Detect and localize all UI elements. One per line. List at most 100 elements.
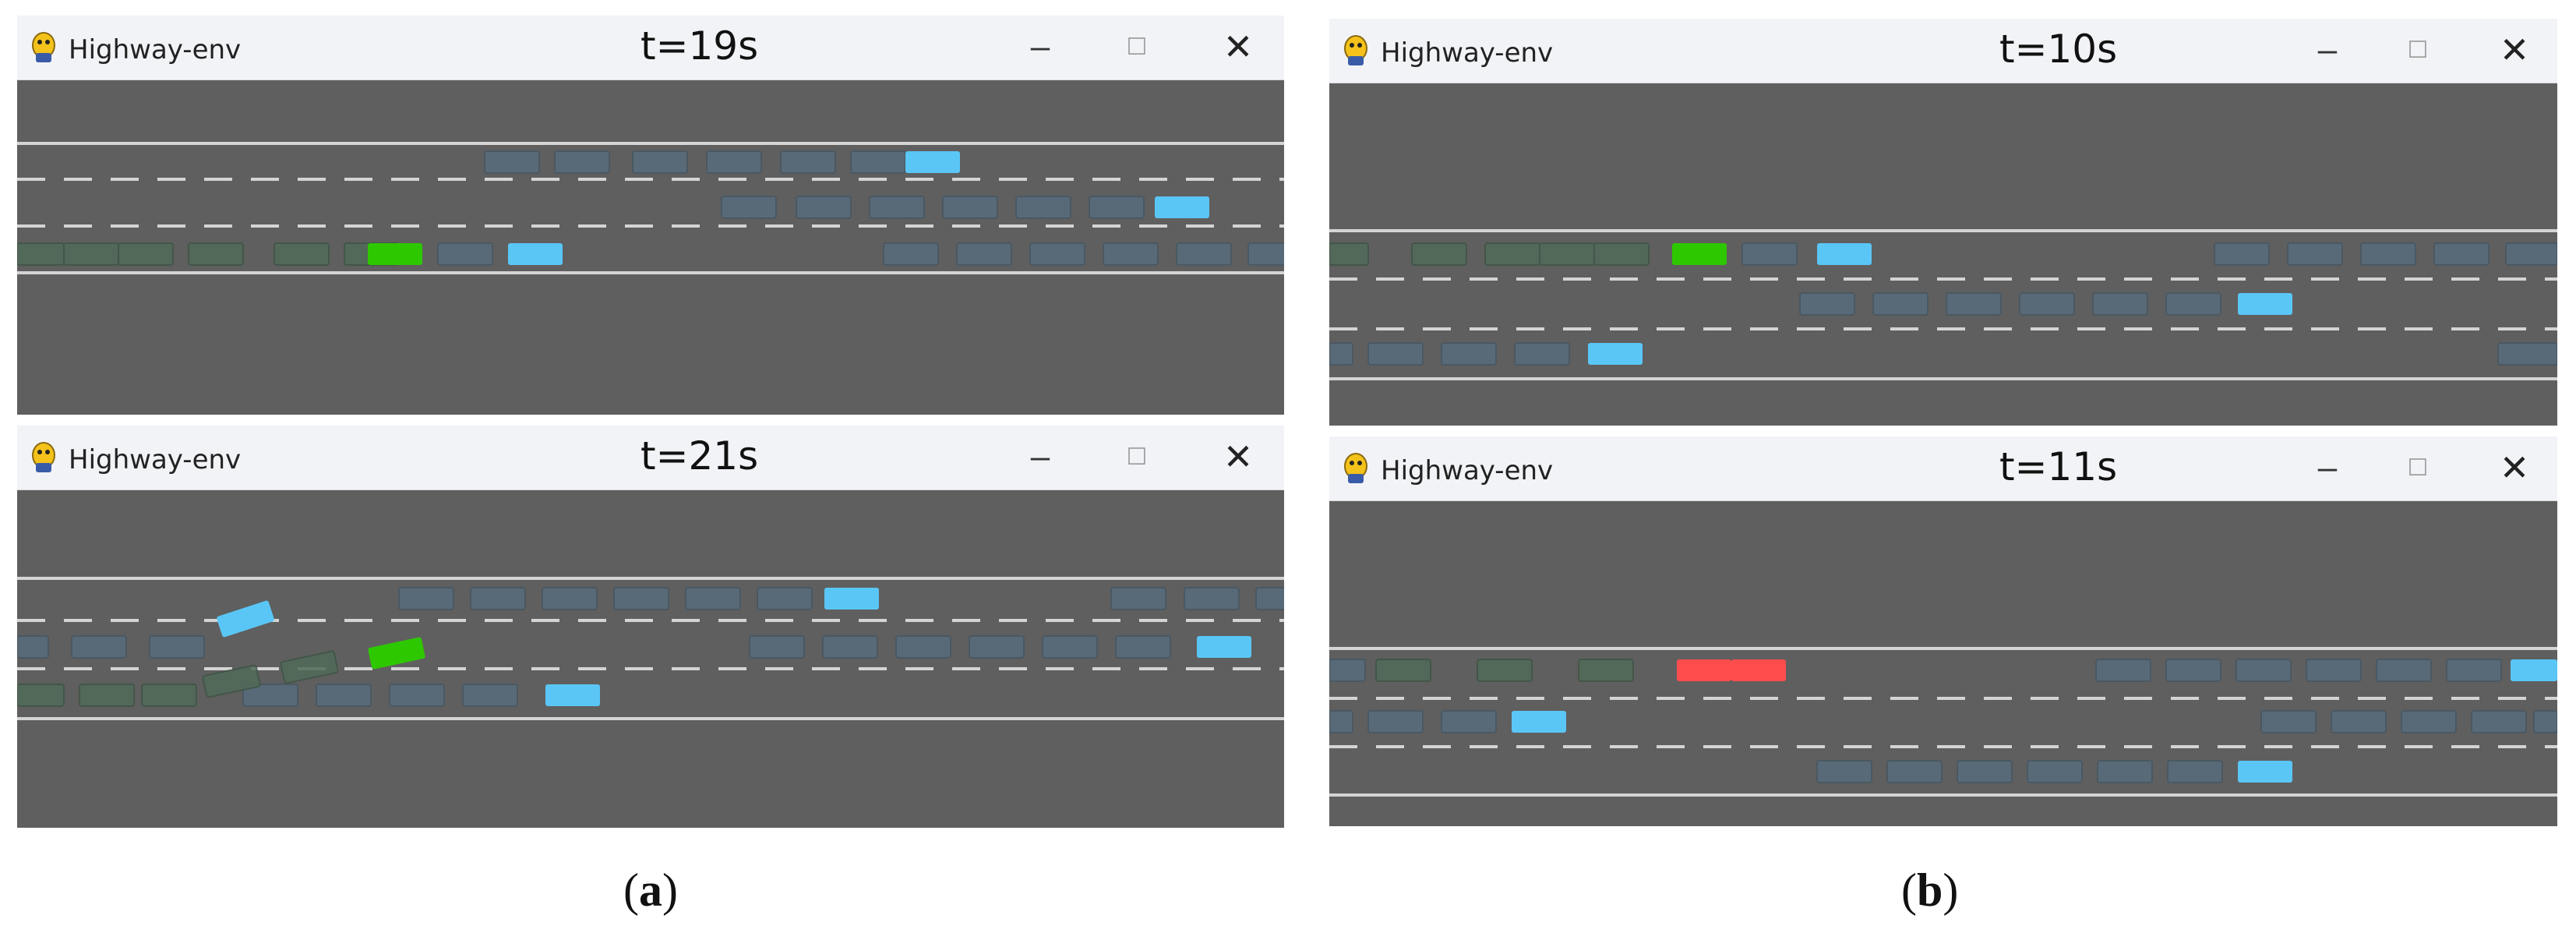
vehicle: [1329, 342, 1353, 366]
ego-trail: [273, 242, 330, 266]
target-vehicle: [2238, 761, 2292, 783]
maximize-icon[interactable]: ☐: [2391, 446, 2445, 489]
caption-letter: b: [1916, 864, 1943, 916]
target-vehicle: [2238, 293, 2292, 315]
vehicle: [1514, 342, 1570, 366]
vehicle: [1115, 635, 1171, 659]
minimize-icon[interactable]: –: [1013, 25, 1067, 69]
ego-trail: [1539, 242, 1595, 266]
vehicle: [757, 587, 813, 610]
caption-close: ): [1943, 864, 1959, 916]
minimize-icon[interactable]: –: [1013, 435, 1067, 479]
ego-trail: [79, 684, 135, 707]
vehicle: [554, 150, 610, 174]
vehicle: [2446, 659, 2502, 682]
vehicle: [883, 242, 939, 266]
close-icon[interactable]: ✕: [1211, 435, 1265, 479]
vehicle: [389, 684, 445, 707]
pygame-snake-icon: [1344, 453, 1367, 483]
maximize-icon[interactable]: ☐: [1110, 25, 1164, 69]
vehicle: [706, 150, 762, 174]
close-icon[interactable]: ✕: [2487, 446, 2542, 489]
vehicle: [613, 587, 669, 610]
vehicle: [2097, 760, 2153, 783]
vehicle: [1441, 342, 1497, 366]
maximize-icon[interactable]: ☐: [2391, 28, 2445, 72]
ego-vehicle: [368, 243, 422, 265]
vehicle: [149, 635, 205, 659]
ego-trail: [1375, 659, 1431, 682]
maximize-icon[interactable]: ☐: [1110, 435, 1164, 479]
vehicle: [2027, 760, 2083, 783]
vehicle: [780, 150, 836, 174]
window-a-bottom: Highway-env t=21s – ☐ ✕: [17, 426, 1284, 828]
vehicle: [2471, 710, 2527, 733]
vehicle: [1255, 587, 1284, 610]
caption-close: ): [662, 864, 678, 916]
vehicle: [1329, 659, 1366, 682]
close-icon[interactable]: ✕: [2487, 28, 2542, 72]
vehicle: [2360, 242, 2416, 266]
ego-vehicle: [1672, 243, 1727, 265]
ego-trail: [1578, 659, 1634, 682]
ego-trail: [118, 242, 174, 266]
vehicle: [1946, 292, 2002, 316]
app-title: Highway-env: [69, 34, 242, 65]
close-icon[interactable]: ✕: [1211, 25, 1265, 69]
vehicle: [1089, 196, 1145, 219]
ego-trail: [1593, 242, 1650, 266]
vehicle: [398, 587, 454, 610]
ego-trail: [1329, 242, 1369, 266]
highway-view: [1329, 502, 2557, 826]
caption-letter: a: [638, 864, 662, 916]
pygame-snake-icon: [32, 32, 55, 62]
highway-view: [17, 491, 1284, 828]
vehicle: [869, 196, 925, 219]
minimize-icon[interactable]: –: [2300, 28, 2355, 72]
app-title: Highway-env: [1381, 455, 1554, 486]
vehicle: [969, 635, 1025, 659]
vehicle: [721, 196, 777, 219]
sim-time-label: t=19s: [640, 23, 759, 69]
vehicle: [2306, 659, 2362, 682]
vehicle: [1872, 292, 1928, 316]
vehicle: [316, 684, 372, 707]
road-canvas: [17, 142, 1284, 274]
vehicle: [2165, 292, 2221, 316]
vehicle: [822, 635, 878, 659]
ego-trail: [1411, 242, 1467, 266]
target-vehicle: [1588, 343, 1643, 365]
crashed-vehicle: [1731, 659, 1786, 681]
vehicle: [2401, 710, 2457, 733]
ego-trail: [17, 684, 65, 707]
vehicle: [850, 150, 906, 174]
vehicle: [2287, 242, 2343, 266]
vehicle: [1741, 242, 1798, 266]
vehicle: [1799, 292, 1855, 316]
ego-trail: [141, 684, 197, 707]
vehicle: [2165, 659, 2221, 682]
ego-trail: [188, 242, 244, 266]
title-bar[interactable]: Highway-env t=21s – ☐ ✕: [17, 426, 1284, 490]
vehicle: [2167, 760, 2223, 783]
highway-view: [17, 81, 1284, 415]
road-canvas: [1329, 229, 2557, 380]
window-b-bottom: Highway-env t=11s – ☐ ✕: [1329, 436, 2557, 826]
vehicle: [2235, 659, 2292, 682]
vehicle: [685, 587, 741, 610]
vehicle: [956, 242, 1012, 266]
app-title: Highway-env: [1381, 37, 1554, 69]
target-vehicle: [905, 151, 960, 173]
vehicle: [2214, 242, 2270, 266]
vehicle: [542, 587, 598, 610]
target-vehicle: [1155, 196, 1209, 218]
vehicle: [2260, 710, 2317, 733]
title-bar[interactable]: Highway-env t=19s – ☐ ✕: [17, 16, 1284, 80]
title-bar[interactable]: Highway-env t=11s – ☐ ✕: [1329, 436, 2557, 501]
minimize-icon[interactable]: –: [2300, 446, 2355, 489]
vehicle: [1042, 635, 1098, 659]
title-bar[interactable]: Highway-env t=10s – ☐ ✕: [1329, 19, 2557, 83]
vehicle: [2376, 659, 2432, 682]
vehicle: [1184, 587, 1240, 610]
vehicle: [796, 196, 852, 219]
